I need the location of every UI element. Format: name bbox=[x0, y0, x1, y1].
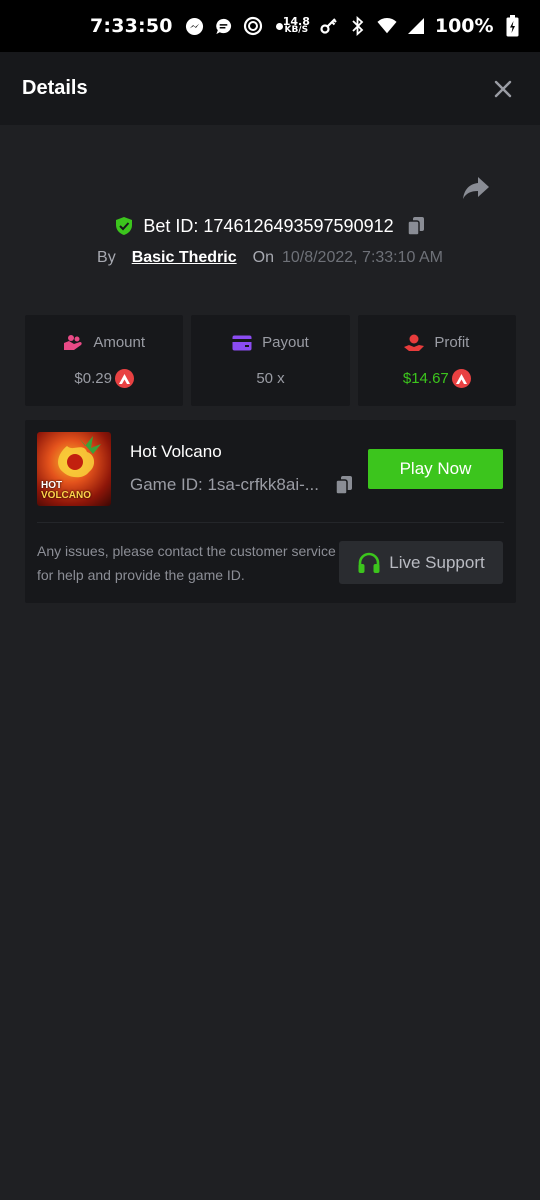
key-icon bbox=[319, 16, 339, 36]
thumbnail-line-2: VOLCANO bbox=[41, 490, 91, 501]
chat-icon bbox=[214, 16, 234, 36]
game-id: Game ID: 1sa-crfkk8ai-... bbox=[130, 475, 319, 494]
messenger-icon bbox=[185, 16, 205, 36]
amount-label: Amount bbox=[93, 334, 146, 351]
shield-check-icon bbox=[116, 217, 133, 235]
share-icon bbox=[463, 177, 489, 199]
payout-value: 50 x bbox=[256, 370, 285, 387]
live-support-label: Live Support bbox=[389, 552, 485, 572]
close-button[interactable] bbox=[492, 78, 514, 100]
details-header: Details bbox=[0, 52, 540, 125]
headphones-icon bbox=[358, 552, 380, 573]
notification-dot bbox=[275, 22, 283, 30]
bet-id-label: Bet ID: bbox=[143, 215, 199, 236]
profit-value: $14.67 bbox=[402, 370, 449, 387]
battery-percent: 100% bbox=[434, 15, 494, 37]
on-label: On bbox=[252, 249, 274, 266]
stat-payout: Payout 50 x bbox=[191, 315, 350, 406]
amount-value: $0.29 bbox=[74, 370, 112, 387]
divider bbox=[37, 522, 504, 523]
user-link[interactable]: Basic Thedric bbox=[132, 249, 237, 267]
play-now-button[interactable]: Play Now bbox=[368, 449, 503, 489]
amount-icon bbox=[64, 334, 82, 350]
bet-stats: Amount $0.29 Payout 50 x Profit $14.67 bbox=[25, 315, 516, 406]
app-icon bbox=[243, 16, 263, 36]
stat-profit: Profit $14.67 bbox=[357, 315, 516, 406]
payout-label: Payout bbox=[262, 334, 309, 351]
share-button[interactable] bbox=[462, 176, 492, 202]
network-speed-unit: KB/S bbox=[284, 25, 309, 35]
bet-id-row: Bet ID: 1746126493597590912 bbox=[0, 212, 540, 240]
copy-bet-id-icon[interactable] bbox=[406, 216, 426, 236]
avax-coin-icon bbox=[451, 369, 471, 388]
profit-icon bbox=[404, 334, 425, 351]
bet-meta-row: By Basic Thedric On 10/8/2022, 7:33:10 A… bbox=[0, 244, 540, 272]
avax-coin-icon bbox=[114, 369, 134, 388]
profit-label: Profit bbox=[434, 334, 470, 351]
game-thumbnail[interactable]: HOT VOLCANO bbox=[37, 432, 111, 506]
by-label: By bbox=[97, 249, 116, 266]
game-name: Hot Volcano bbox=[130, 442, 222, 461]
signal-icon bbox=[406, 16, 426, 36]
stat-amount: Amount $0.29 bbox=[25, 315, 184, 406]
support-message: Any issues, please contact the customer … bbox=[37, 543, 336, 583]
bluetooth-icon bbox=[348, 16, 368, 36]
copy-game-id-icon[interactable] bbox=[334, 475, 354, 495]
status-time: 7:33:50 bbox=[90, 15, 173, 37]
bet-date: 10/8/2022, 7:33:10 AM bbox=[281, 249, 443, 266]
status-bar: 7:33:50 14.8 KB/S 100% bbox=[0, 0, 540, 52]
wifi-icon bbox=[377, 16, 397, 36]
payout-card-icon bbox=[232, 335, 252, 350]
thumbnail-title: HOT VOLCANO bbox=[41, 481, 91, 501]
game-card: HOT VOLCANO Hot Volcano Game ID: 1sa-crf… bbox=[25, 420, 516, 603]
bet-id-value: 1746126493597590912 bbox=[203, 215, 394, 236]
page-title: Details bbox=[22, 77, 88, 99]
live-support-button[interactable]: Live Support bbox=[339, 541, 503, 584]
battery-icon bbox=[503, 15, 523, 37]
close-icon bbox=[494, 80, 512, 97]
network-speed: 14.8 KB/S bbox=[283, 16, 310, 35]
